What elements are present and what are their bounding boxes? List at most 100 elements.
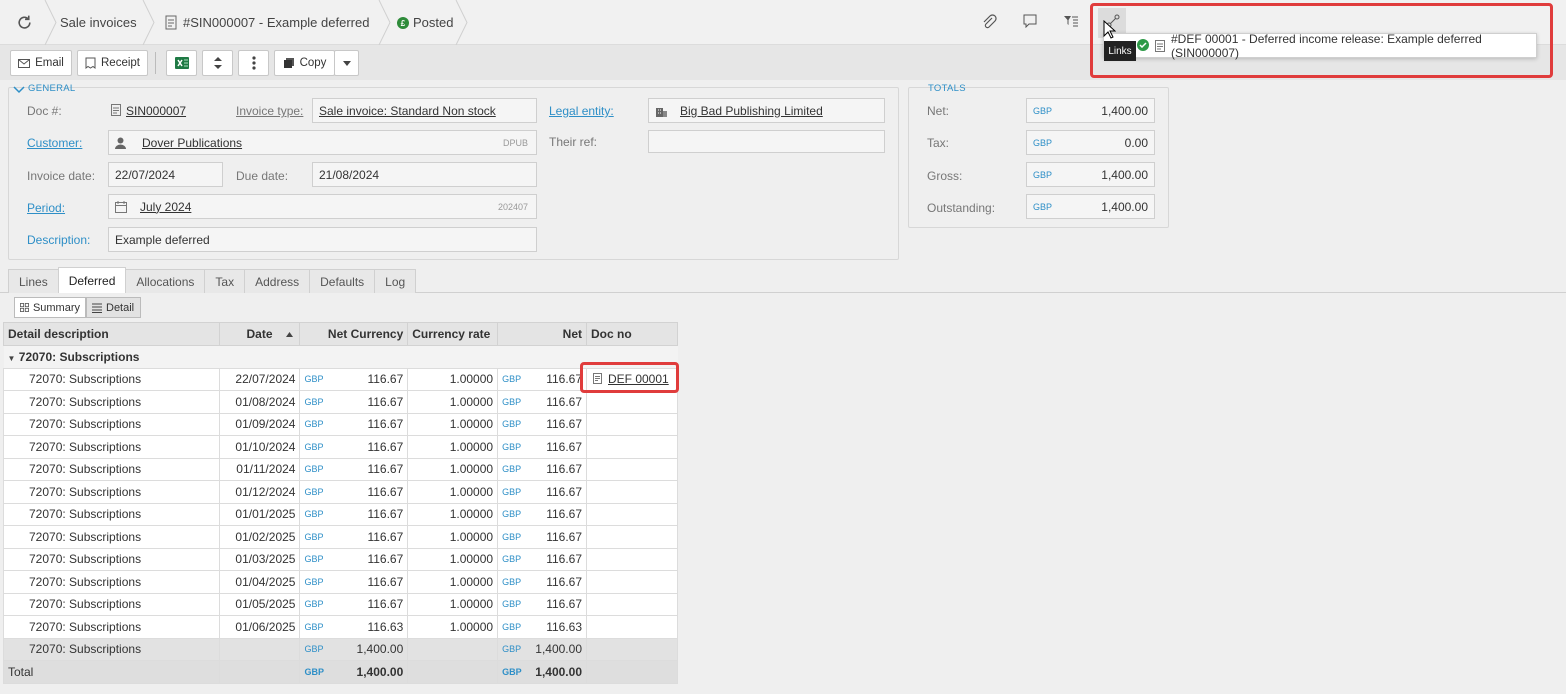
tab-allocations[interactable]: Allocations: [125, 269, 206, 293]
currency-code: GBP: [304, 554, 324, 565]
invoice-date-field[interactable]: 22/07/2024: [108, 162, 223, 187]
currency-code: GBP: [304, 396, 324, 407]
row-doc-no: [586, 412, 678, 436]
row-doc-no: [586, 390, 678, 414]
table-row[interactable]: 72070: Subscriptions 01/02/2025 GBP 116.67 1…: [3, 525, 678, 549]
legal-entity-value[interactable]: Big Bad Publishing Limited: [680, 104, 823, 118]
total-row: Total GBP 1,400.00 GBP 1,400.00: [3, 660, 678, 684]
attachment-icon[interactable]: [981, 14, 999, 32]
comment-icon[interactable]: [1023, 14, 1041, 32]
col-date-label: Date: [246, 327, 273, 341]
receipt-icon: [85, 57, 96, 69]
col-net-currency[interactable]: Net Currency: [299, 322, 409, 346]
export-excel-button[interactable]: [166, 50, 197, 76]
amount: 116.67: [367, 484, 404, 499]
table-row[interactable]: 72070: Subscriptions 01/12/2024 GBP 116.67 1…: [3, 480, 678, 504]
table-row[interactable]: 72070: Subscriptions 01/09/2024 GBP 116.67 1…: [3, 412, 678, 436]
total-net: GBP 1,400.00: [497, 660, 587, 684]
col-date[interactable]: Date: [218, 322, 301, 346]
table-row[interactable]: 72070: Subscriptions 22/07/2024 GBP 116.67 1…: [3, 367, 678, 391]
description-field[interactable]: Example deferred: [108, 227, 537, 252]
summary-view-button[interactable]: Summary: [14, 297, 86, 318]
table-row[interactable]: 72070: Subscriptions 01/06/2025 GBP 116.63 1…: [3, 615, 678, 639]
row-description: 72070: Subscriptions: [3, 525, 220, 549]
collapse-chevron-icon[interactable]: [13, 86, 25, 95]
table-row[interactable]: 72070: Subscriptions 01/04/2025 GBP 116.67 1…: [3, 570, 678, 594]
refresh-icon[interactable]: [16, 14, 34, 32]
filter-list-icon[interactable]: [1063, 14, 1081, 32]
reorder-button[interactable]: [202, 50, 233, 76]
grid-header: Detail description Date Net Currency Cur…: [3, 322, 678, 346]
copy-button[interactable]: Copy: [274, 50, 335, 76]
customer-value[interactable]: Dover Publications: [142, 136, 242, 150]
table-row[interactable]: 72070: Subscriptions 01/08/2024 GBP 116.67 1…: [3, 390, 678, 414]
detail-label: Detail: [106, 301, 135, 314]
table-row[interactable]: 72070: Subscriptions 01/01/2025 GBP 116.67 1…: [3, 502, 678, 526]
gross-value: 1,400.00: [1101, 167, 1148, 182]
row-description: 72070: Subscriptions: [3, 480, 220, 504]
tab-defaults[interactable]: Defaults: [309, 269, 376, 293]
amount: 116.67: [546, 394, 582, 409]
period-field[interactable]: July 2024 202407: [108, 194, 537, 219]
invoice-date-label: Invoice date:: [27, 169, 96, 183]
period-label[interactable]: Period:: [27, 201, 65, 215]
subtotal-date: [218, 637, 301, 661]
invoice-type-label[interactable]: Invoice type:: [236, 104, 303, 118]
invoice-type-field[interactable]: Sale invoice: Standard Non stock: [312, 98, 537, 123]
table-row[interactable]: 72070: Subscriptions 01/10/2024 GBP 116.67 1…: [3, 435, 678, 459]
their-ref-field[interactable]: [648, 130, 885, 153]
row-currency-rate: 1.00000: [407, 547, 499, 571]
period-value[interactable]: July 2024: [140, 200, 191, 214]
summary-label: Summary: [32, 301, 80, 314]
excel-icon: [174, 57, 189, 69]
table-row[interactable]: 72070: Subscriptions 01/11/2024 GBP 116.67 1…: [3, 457, 678, 481]
row-currency-rate: 1.00000: [407, 592, 499, 616]
group-row[interactable]: ▼ 72070: Subscriptions: [3, 345, 678, 369]
receipt-button[interactable]: Receipt: [77, 50, 148, 76]
expand-triangle-icon[interactable]: ▼: [8, 354, 16, 363]
list-icon: [92, 303, 102, 313]
breadcrumb-document[interactable]: #SIN000007 - Example deferred: [183, 0, 369, 45]
tab-deferred[interactable]: Deferred: [57, 267, 127, 293]
col-detail-description[interactable]: Detail description: [3, 322, 220, 346]
currency-code: GBP: [304, 576, 324, 587]
row-description: 72070: Subscriptions: [3, 592, 220, 616]
building-icon: [656, 107, 667, 117]
table-row[interactable]: 72070: Subscriptions 01/05/2025 GBP 116.67 1…: [3, 592, 678, 616]
col-net[interactable]: Net: [497, 322, 587, 346]
toolbar-divider: [155, 52, 156, 74]
tab-address[interactable]: Address: [244, 269, 311, 293]
row-doc-no: [586, 502, 678, 526]
caret-down-icon: [342, 60, 351, 66]
table-row[interactable]: 72070: Subscriptions 01/03/2025 GBP 116.67 1…: [3, 547, 678, 571]
row-date: 01/03/2025: [218, 547, 301, 571]
amount: 116.67: [546, 439, 582, 454]
amount: 116.67: [546, 507, 582, 522]
tax-value: 0.00: [1124, 135, 1148, 150]
customer-label[interactable]: Customer:: [27, 136, 82, 150]
tab-tax[interactable]: Tax: [204, 269, 246, 293]
due-date-field[interactable]: 21/08/2024: [312, 162, 537, 187]
invoice-type-value[interactable]: Sale invoice: Standard Non stock: [319, 104, 496, 118]
email-button[interactable]: Email: [10, 50, 72, 76]
breadcrumb-module[interactable]: Sale invoices: [60, 0, 137, 45]
col-currency-rate[interactable]: Currency rate: [407, 322, 499, 346]
legal-entity-field[interactable]: Big Bad Publishing Limited: [648, 98, 885, 123]
row-net-currency: GBP 116.67: [299, 592, 409, 616]
doc-no-link[interactable]: SIN000007: [126, 104, 186, 118]
col-doc-no[interactable]: Doc no: [586, 322, 678, 346]
tax-field: GBP 0.00: [1026, 130, 1155, 155]
tab-log[interactable]: Log: [374, 269, 417, 293]
row-net-currency: GBP 116.67: [299, 412, 409, 436]
due-date-value: 21/08/2024: [319, 167, 380, 182]
document-icon: [111, 104, 121, 116]
tab-lines[interactable]: Lines: [8, 269, 59, 293]
calendar-icon: [115, 200, 127, 213]
more-options-button[interactable]: [238, 50, 269, 76]
copy-dropdown-button[interactable]: [334, 50, 359, 76]
legal-entity-label[interactable]: Legal entity:: [549, 104, 614, 118]
posted-status-icon: £: [397, 17, 409, 29]
status-badge: Posted: [413, 15, 454, 30]
customer-field[interactable]: Dover Publications DPUB: [108, 130, 537, 155]
detail-view-button[interactable]: Detail: [86, 297, 141, 318]
